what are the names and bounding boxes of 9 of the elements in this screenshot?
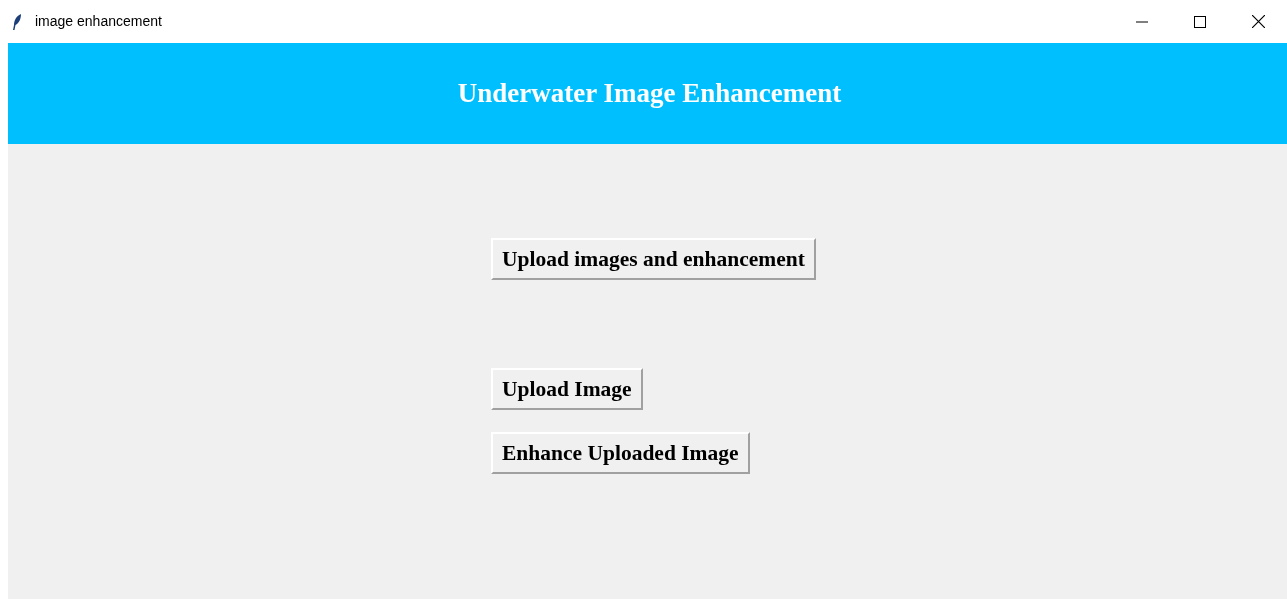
maximize-icon (1194, 15, 1206, 28)
window-title: image enhancement (35, 12, 162, 31)
minimize-icon (1136, 20, 1148, 23)
feather-icon (12, 13, 22, 30)
header-title: Underwater Image Enhancement (457, 77, 842, 111)
action-button[interactable]: Upload Image (491, 368, 643, 410)
action-button[interactable]: Upload images and enhancement (491, 238, 816, 280)
action-button[interactable]: Enhance Uploaded Image (491, 432, 750, 474)
close-icon (1251, 15, 1265, 28)
